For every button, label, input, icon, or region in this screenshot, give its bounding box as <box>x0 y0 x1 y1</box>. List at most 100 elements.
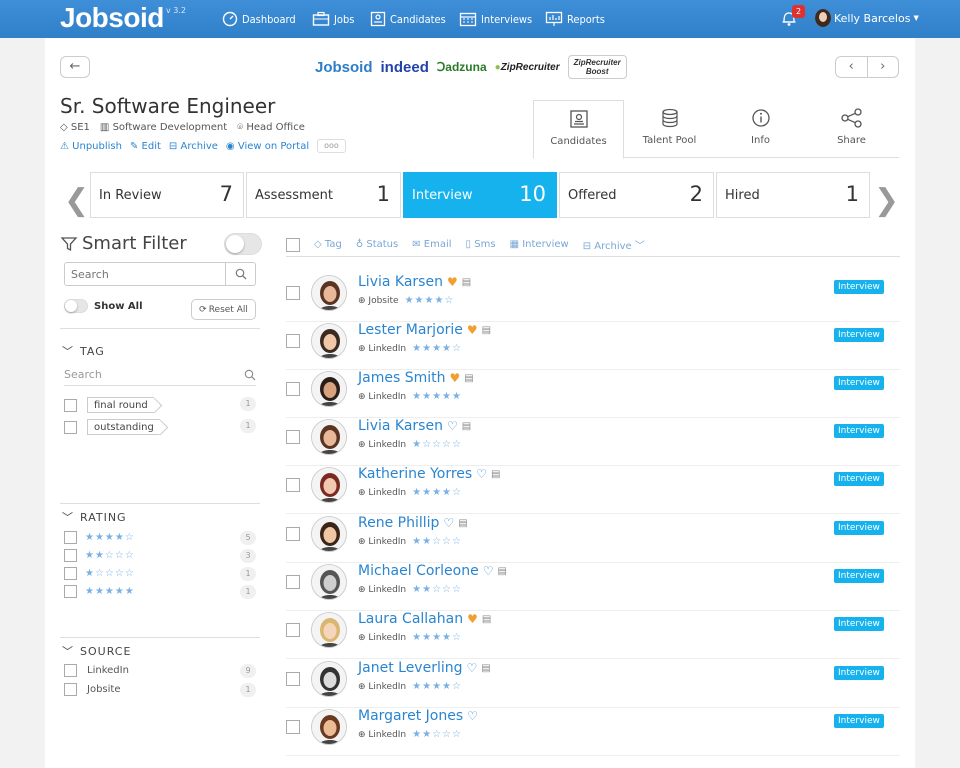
candidate-name[interactable]: Michael Corleone <box>358 563 479 579</box>
stage-interview[interactable]: Interview 10 <box>403 172 557 218</box>
rating-section-header[interactable]: ﹀ RATING <box>62 509 127 525</box>
checkbox[interactable] <box>64 398 77 412</box>
candidate-avatar[interactable] <box>311 371 347 407</box>
sms-action[interactable]: ▯ Sms <box>466 239 496 250</box>
reset-all-button[interactable]: ⟳ Reset All <box>191 299 256 320</box>
back-button[interactable]: ← <box>60 56 90 78</box>
status-badge[interactable]: Interview <box>834 617 884 631</box>
heart-outline-icon[interactable]: ♡ <box>467 709 478 723</box>
status-badge[interactable]: Interview <box>834 280 884 294</box>
candidate-avatar[interactable] <box>311 275 347 311</box>
row-checkbox[interactable] <box>286 382 300 396</box>
candidate-row[interactable]: Margaret Jones ♡ ⊕ LinkedIn ★★☆☆☆ Interview <box>286 708 900 756</box>
nav-candidates[interactable]: Candidates <box>370 9 446 29</box>
heart-filled-icon[interactable]: ♥ <box>467 612 478 626</box>
notes-icon[interactable]: ▤ <box>462 277 471 288</box>
email-action[interactable]: ✉ Email <box>412 239 451 250</box>
tab-info[interactable]: Info <box>715 100 806 157</box>
stage-offered[interactable]: Offered 2 <box>559 172 714 218</box>
candidate-search-input[interactable] <box>65 263 225 285</box>
row-checkbox[interactable] <box>286 478 300 492</box>
status-badge[interactable]: Interview <box>834 424 884 438</box>
checkbox[interactable] <box>64 585 77 598</box>
rating-stars[interactable]: ★★☆☆☆ <box>412 729 462 740</box>
rating-stars[interactable]: ★★☆☆☆ <box>412 536 462 547</box>
candidate-name[interactable]: James Smith <box>358 370 445 386</box>
status-badge[interactable]: Interview <box>834 666 884 680</box>
heart-outline-icon[interactable]: ♡ <box>447 419 458 433</box>
notes-icon[interactable]: ▤ <box>482 325 491 336</box>
status-badge[interactable]: Interview <box>834 376 884 390</box>
candidate-avatar[interactable] <box>311 564 347 600</box>
candidate-name[interactable]: Laura Callahan <box>358 611 463 627</box>
candidate-avatar[interactable] <box>311 419 347 455</box>
nav-jobs[interactable]: Jobs <box>312 9 354 29</box>
jobsoid-board-logo[interactable]: Jobsoid <box>315 59 373 76</box>
rating-stars[interactable]: ★★☆☆☆ <box>412 584 462 595</box>
unpublish-link[interactable]: ⚠ Unpublish <box>60 141 122 152</box>
candidate-avatar[interactable] <box>311 612 347 648</box>
indeed-board-logo[interactable]: indeed <box>381 59 429 76</box>
rating-stars[interactable]: ★★★★☆ <box>412 681 462 692</box>
stage-hired[interactable]: Hired 1 <box>716 172 870 218</box>
candidate-row[interactable]: Janet Leverling ♡ ▤ ⊕ LinkedIn ★★★★☆ Intervie… <box>286 660 900 708</box>
checkbox[interactable] <box>64 567 77 580</box>
nav-reports[interactable]: Reports <box>545 9 605 29</box>
row-checkbox[interactable] <box>286 623 300 637</box>
heart-outline-icon[interactable]: ♡ <box>483 564 494 578</box>
candidate-name[interactable]: Janet Leverling <box>358 660 463 676</box>
search-button[interactable] <box>225 263 255 285</box>
rating-stars[interactable]: ★☆☆☆☆ <box>412 439 462 450</box>
status-badge[interactable]: Interview <box>834 521 884 535</box>
candidate-avatar[interactable] <box>311 709 347 745</box>
candidate-name[interactable]: Livia Karsen <box>358 274 443 290</box>
archive-action[interactable]: ⊟ Archive ﹀ <box>583 237 645 252</box>
show-all-toggle[interactable] <box>64 299 88 313</box>
notes-icon[interactable]: ▤ <box>491 469 500 480</box>
ziprecruiter-board-logo[interactable]: ●ZipRecruiter <box>495 62 560 73</box>
status-badge[interactable]: Interview <box>834 714 884 728</box>
row-checkbox[interactable] <box>286 720 300 734</box>
select-all-checkbox[interactable] <box>286 237 300 252</box>
checkbox[interactable] <box>64 420 77 434</box>
nav-interviews[interactable]: Interviews <box>459 9 532 29</box>
stage-in-review[interactable]: In Review 7 <box>90 172 244 218</box>
heart-outline-icon[interactable]: ♡ <box>476 467 487 481</box>
candidate-name[interactable]: Livia Karsen <box>358 418 443 434</box>
stage-assessment[interactable]: Assessment 1 <box>246 172 401 218</box>
checkbox[interactable] <box>64 549 77 562</box>
edit-link[interactable]: ✎ Edit <box>130 141 161 152</box>
archive-link[interactable]: ⊟ Archive <box>169 141 218 152</box>
candidate-avatar[interactable] <box>311 467 347 503</box>
rating-stars[interactable]: ★★★★☆ <box>412 343 462 354</box>
source-section-header[interactable]: ﹀ SOURCE <box>62 643 131 659</box>
candidate-row[interactable]: Livia Karsen ♥ ▤ ⊕ Jobsite ★★★★☆ Interview <box>286 274 900 322</box>
rating-stars[interactable]: ★★★★★ <box>412 391 462 402</box>
heart-filled-icon[interactable]: ♥ <box>467 323 478 337</box>
adzuna-board-logo[interactable]: Ↄadzuna <box>437 60 487 74</box>
rating-stars[interactable]: ★★★★☆ <box>412 632 462 643</box>
view-portal-link[interactable]: ◉ View on Portal <box>226 141 309 152</box>
candidate-name[interactable]: Katherine Yorres <box>358 466 472 482</box>
status-action[interactable]: ♁ Status <box>356 239 398 250</box>
notes-icon[interactable]: ▤ <box>482 614 491 625</box>
user-menu[interactable]: Kelly Barcelos ▼ <box>815 9 919 27</box>
tab-share[interactable]: Share <box>806 100 897 157</box>
nav-dashboard[interactable]: Dashboard <box>222 9 296 29</box>
app-logo[interactable]: Jobsoid <box>60 2 164 34</box>
prev-job-button[interactable]: ‹ <box>836 57 868 77</box>
row-checkbox[interactable] <box>286 334 300 348</box>
heart-outline-icon[interactable]: ♡ <box>443 516 454 530</box>
ziprecruiter-boost-logo[interactable]: ZipRecruiter Boost <box>567 55 627 79</box>
candidate-avatar[interactable] <box>311 516 347 552</box>
candidate-row[interactable]: Livia Karsen ♡ ▤ ⊕ LinkedIn ★☆☆☆☆ Interview <box>286 418 900 466</box>
candidate-row[interactable]: James Smith ♥ ▤ ⊕ LinkedIn ★★★★★ Interview <box>286 370 900 418</box>
notes-icon[interactable]: ▤ <box>458 518 467 529</box>
tag-section-header[interactable]: ﹀ TAG <box>62 343 105 359</box>
more-actions-button[interactable]: ooo <box>317 139 346 153</box>
tab-candidates[interactable]: Candidates <box>533 100 624 159</box>
candidate-row[interactable]: Katherine Yorres ♡ ▤ ⊕ LinkedIn ★★★★☆ Intervi… <box>286 466 900 514</box>
notes-icon[interactable]: ▤ <box>462 421 471 432</box>
tag-search-field[interactable]: Search <box>64 364 256 386</box>
heart-filled-icon[interactable]: ♥ <box>449 371 460 385</box>
